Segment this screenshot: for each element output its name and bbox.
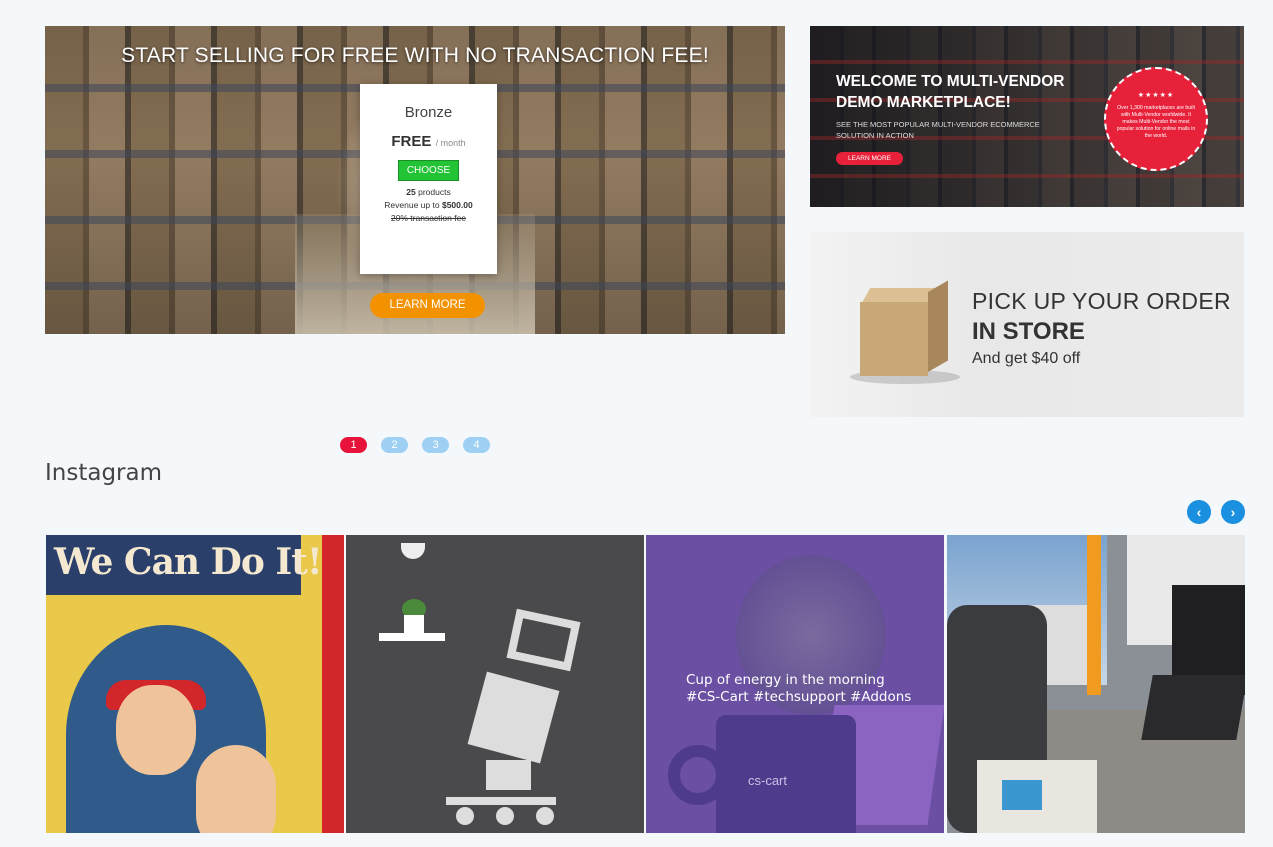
plan-period: / month	[435, 138, 466, 148]
stars-icon: ★★★★★	[1137, 92, 1175, 99]
welcome-subtitle: SEE THE MOST POPULAR MULTI-VENDOR ECOMME…	[836, 120, 1040, 140]
plan-revenue-text: Revenue up to	[384, 200, 440, 210]
plan-price-row: FREE / month	[360, 133, 497, 150]
plan-name: Bronze	[404, 104, 453, 121]
plan-price: FREE	[391, 133, 432, 150]
robot-body	[467, 671, 560, 764]
hero-headline: START SELLING FOR FREE WITH NO TRANSACTI…	[121, 44, 709, 67]
plan-feature-fee: 20% transaction fee	[360, 213, 497, 223]
plan-card: Bronze FREE / month CHOOSE 25 products R…	[360, 84, 497, 274]
instagram-post[interactable]: cs-cart Cup of energy in the morning #CS…	[646, 535, 944, 833]
pager-dot-4[interactable]: 4	[463, 437, 490, 453]
pickup-banner[interactable]: PICK UP YOUR ORDER IN STORE And get $40 …	[810, 232, 1244, 417]
chevron-left-icon[interactable]: ‹	[1187, 500, 1211, 524]
pager-dot-2[interactable]: 2	[381, 437, 408, 453]
poster-text: We Can Do It!	[54, 541, 323, 583]
pickup-line-2: IN STORE	[972, 318, 1085, 345]
poster-edge	[322, 535, 344, 833]
post-caption: Cup of energy in the morning #CS-Cart #t…	[686, 672, 911, 706]
instagram-post[interactable]	[947, 535, 1245, 833]
instagram-section-title: Instagram	[45, 460, 163, 486]
chevron-right-icon[interactable]: ›	[1221, 500, 1245, 524]
pickup-line-3: And get $40 off	[972, 350, 1081, 367]
marketplace-badge: ★★★★★ Over 1,300 marketplaces are built …	[1104, 67, 1208, 171]
choose-plan-button[interactable]: CHOOSE	[397, 160, 460, 181]
welcome-banner[interactable]: WELCOME TO MULTI-VENDOR DEMO MARKETPLACE…	[810, 26, 1244, 207]
hero-learn-more-button[interactable]: LEARN MORE	[370, 293, 485, 318]
plan-fee-text: 20% transaction fee	[390, 213, 467, 223]
robot-cart	[446, 797, 556, 805]
instagram-post[interactable]	[346, 535, 644, 833]
caption-line-2: #CS-Cart #techsupport #Addons	[686, 689, 912, 705]
laptop-icon	[1141, 675, 1245, 740]
cardboard-box-image	[850, 280, 960, 384]
pager-dot-3[interactable]: 3	[422, 437, 449, 453]
pager-dot-1[interactable]: 1	[340, 437, 367, 453]
instagram-post[interactable]: We Can Do It!	[46, 535, 344, 833]
caption-line-1: Cup of energy in the morning	[686, 672, 885, 688]
welcome-learn-more-button[interactable]: LEARN MORE	[836, 152, 903, 165]
welcome-title: WELCOME TO MULTI-VENDOR DEMO MARKETPLACE…	[836, 73, 1065, 111]
lamp-icon	[401, 543, 425, 559]
hero-banner[interactable]: START SELLING FOR FREE WITH NO TRANSACTI…	[45, 26, 785, 334]
plan-products-count: 25	[406, 187, 416, 197]
plan-products-text: products	[418, 187, 451, 197]
mug-brand: cs-cart	[748, 773, 787, 788]
plan-feature-revenue: Revenue up to $500.00	[360, 200, 497, 210]
plan-revenue-value: $500.00	[441, 200, 473, 210]
robot-head	[506, 608, 581, 672]
shelf	[379, 633, 445, 641]
poster-figure	[66, 625, 276, 833]
plan-feature-products: 25 products	[360, 187, 497, 197]
slider-pagination: 1 2 3 4	[340, 437, 490, 453]
badge-text: Over 1,300 marketplaces are built with M…	[1116, 105, 1196, 139]
pickup-line-1: PICK UP YOUR ORDER	[972, 288, 1231, 314]
